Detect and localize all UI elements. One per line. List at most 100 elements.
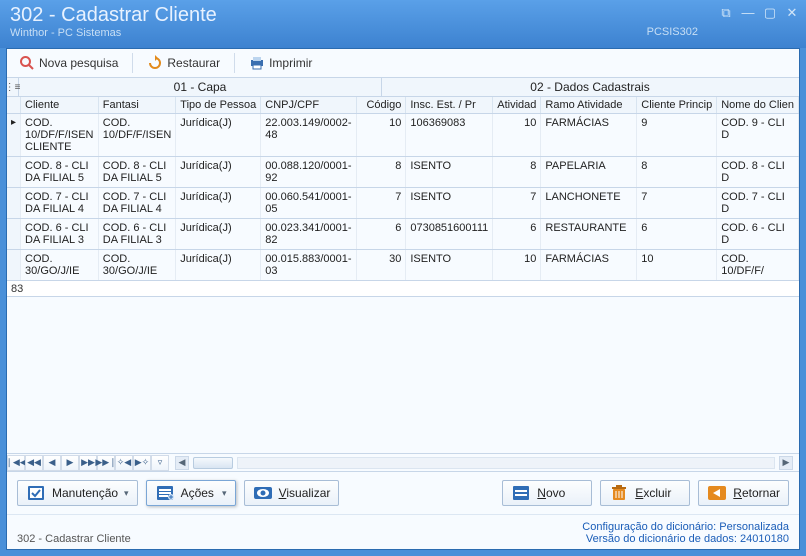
col-nome-cliente[interactable]: Nome do Clien	[717, 97, 799, 114]
cell-ramo[interactable]: LANCHONETE	[541, 188, 637, 219]
data-grid[interactable]: Cliente Fantasi Tipo de Pessoa CNPJ/CPF …	[7, 97, 799, 281]
cell-codigo[interactable]: 6	[356, 219, 406, 250]
category-dados[interactable]: 02 - Dados Cadastrais	[382, 78, 798, 96]
cell-tipo[interactable]: Jurídica(J)	[176, 250, 261, 281]
retornar-button[interactable]: Retornar	[698, 480, 789, 506]
restaurar-button[interactable]: Restaurar	[141, 53, 226, 73]
cell-tipo[interactable]: Jurídica(J)	[176, 219, 261, 250]
cell-codigo[interactable]: 10	[356, 114, 406, 157]
col-ramo[interactable]: Ramo Atividade	[541, 97, 637, 114]
cell-atividade[interactable]: 7	[493, 188, 541, 219]
cell-tipo[interactable]: Jurídica(J)	[176, 188, 261, 219]
minimize-icon[interactable]: —	[740, 6, 756, 20]
horizontal-scrollbar[interactable]: ◀ ▶	[169, 456, 799, 470]
nav-bookmark-icon[interactable]: ✧◀	[115, 455, 133, 471]
col-fantasia[interactable]: Fantasi	[98, 97, 175, 114]
cell-princ[interactable]: 7	[637, 188, 717, 219]
cell-insc[interactable]: ISENTO	[406, 188, 493, 219]
novo-button[interactable]: Novo	[502, 480, 592, 506]
restore-down-icon[interactable]: ⧉	[718, 6, 734, 20]
table-row[interactable]: COD. 8 - CLI DA FILIAL 5COD. 8 - CLI DA …	[7, 157, 799, 188]
cell-codigo[interactable]: 8	[356, 157, 406, 188]
cell-atividade[interactable]: 8	[493, 157, 541, 188]
scroll-left-icon[interactable]: ◀	[175, 456, 189, 470]
cell-nome[interactable]: COD. 7 - CLI D	[717, 188, 799, 219]
scroll-right-icon[interactable]: ▶	[779, 456, 793, 470]
table-row[interactable]: COD. 6 - CLI DA FILIAL 3COD. 6 - CLI DA …	[7, 219, 799, 250]
maximize-icon[interactable]: ▢	[762, 6, 778, 20]
cell-tipo[interactable]: Jurídica(J)	[176, 114, 261, 157]
cell-fantasia[interactable]: COD. 8 - CLI DA FILIAL 5	[98, 157, 175, 188]
col-atividade[interactable]: Atividad	[493, 97, 541, 114]
cell-princ[interactable]: 6	[637, 219, 717, 250]
cell-codigo[interactable]: 7	[356, 188, 406, 219]
cell-ramo[interactable]: PAPELARIA	[541, 157, 637, 188]
cell-princ[interactable]: 10	[637, 250, 717, 281]
scroll-thumb[interactable]	[193, 457, 233, 469]
cell-cnpj[interactable]: 00.023.341/0001-82	[261, 219, 356, 250]
cell-nome[interactable]: COD. 6 - CLI D	[717, 219, 799, 250]
table-row[interactable]: ▸COD. 10/DF/F/ISEN CLIENTECOD. 10/DF/F/I…	[7, 114, 799, 157]
cell-cnpj[interactable]: 22.003.149/0002-48	[261, 114, 356, 157]
nav-filter-icon[interactable]: ▿	[151, 455, 169, 471]
cell-cnpj[interactable]: 00.060.541/0001-05	[261, 188, 356, 219]
imprimir-button[interactable]: Imprimir	[243, 53, 318, 73]
cell-insc[interactable]: ISENTO	[406, 157, 493, 188]
excluir-button[interactable]: Excluir	[600, 480, 690, 506]
nav-first-icon[interactable]: ❘◀◀	[7, 455, 25, 471]
cell-ramo[interactable]: FARMÁCIAS	[541, 250, 637, 281]
cell-ramo[interactable]: RESTAURANTE	[541, 219, 637, 250]
nav-last-icon[interactable]: ▶▶❘	[97, 455, 115, 471]
col-tipo-pessoa[interactable]: Tipo de Pessoa	[176, 97, 261, 114]
cell-cnpj[interactable]: 00.088.120/0001-92	[261, 157, 356, 188]
col-cliente[interactable]: Cliente	[21, 97, 99, 114]
cell-nome[interactable]: COD. 10/DF/F/	[717, 250, 799, 281]
cell-cliente[interactable]: COD. 8 - CLI DA FILIAL 5	[21, 157, 99, 188]
col-cliente-princ[interactable]: Cliente Princip	[637, 97, 717, 114]
col-cnpj-cpf[interactable]: CNPJ/CPF	[261, 97, 356, 114]
acoes-button[interactable]: Ações ▾	[146, 480, 236, 506]
cell-fantasia[interactable]: COD. 30/GO/J/IE	[98, 250, 175, 281]
cell-atividade[interactable]: 10	[493, 250, 541, 281]
scroll-track[interactable]	[237, 457, 775, 469]
close-icon[interactable]: ✕	[784, 6, 800, 20]
cell-atividade[interactable]: 10	[493, 114, 541, 157]
nav-prev-icon[interactable]: ◀	[43, 455, 61, 471]
cell-fantasia[interactable]: COD. 6 - CLI DA FILIAL 3	[98, 219, 175, 250]
cell-nome[interactable]: COD. 8 - CLI D	[717, 157, 799, 188]
cell-ramo[interactable]: FARMÁCIAS	[541, 114, 637, 157]
cell-tipo[interactable]: Jurídica(J)	[176, 157, 261, 188]
manutencao-button[interactable]: Manutenção ▾	[17, 480, 138, 506]
cell-nome[interactable]: COD. 9 - CLI D	[717, 114, 799, 157]
cell-cliente[interactable]: COD. 30/GO/J/IE	[21, 250, 99, 281]
dropdown-icon[interactable]: ▾	[222, 488, 227, 499]
cell-fantasia[interactable]: COD. 7 - CLI DA FILIAL 4	[98, 188, 175, 219]
category-capa[interactable]: 01 - Capa	[19, 78, 382, 96]
cell-princ[interactable]: 9	[637, 114, 717, 157]
cell-cliente[interactable]: COD. 10/DF/F/ISEN CLIENTE	[21, 114, 99, 157]
col-codigo[interactable]: Código	[356, 97, 406, 114]
nav-next-icon[interactable]: ▶	[61, 455, 79, 471]
nav-prev-page-icon[interactable]: ◀◀	[25, 455, 43, 471]
cell-cliente[interactable]: COD. 7 - CLI DA FILIAL 4	[21, 188, 99, 219]
nav-next-page-icon[interactable]: ▶▶	[79, 455, 97, 471]
column-chooser-icon[interactable]: ⋮≡	[7, 78, 19, 96]
cell-insc[interactable]: ISENTO	[406, 250, 493, 281]
status-left: 302 - Cadastrar Cliente	[17, 533, 131, 545]
cell-insc[interactable]: 0730851600111	[406, 219, 493, 250]
dropdown-icon[interactable]: ▾	[124, 488, 129, 499]
cell-cnpj[interactable]: 00.015.883/0001-03	[261, 250, 356, 281]
cell-codigo[interactable]: 30	[356, 250, 406, 281]
cell-atividade[interactable]: 6	[493, 219, 541, 250]
cell-cliente[interactable]: COD. 6 - CLI DA FILIAL 3	[21, 219, 99, 250]
col-insc-est[interactable]: Insc. Est. / Pr	[406, 97, 493, 114]
table-row[interactable]: COD. 30/GO/J/IECOD. 30/GO/J/IEJurídica(J…	[7, 250, 799, 281]
cell-fantasia[interactable]: COD. 10/DF/F/ISEN	[98, 114, 175, 157]
visualizar-button[interactable]: Visualizar	[244, 480, 340, 506]
nav-bookmark2-icon[interactable]: ▶✧	[133, 455, 151, 471]
config-value: Personalizada	[719, 521, 789, 533]
cell-princ[interactable]: 8	[637, 157, 717, 188]
nova-pesquisa-button[interactable]: Nova pesquisa	[13, 53, 124, 73]
cell-insc[interactable]: 106369083	[406, 114, 493, 157]
table-row[interactable]: COD. 7 - CLI DA FILIAL 4COD. 7 - CLI DA …	[7, 188, 799, 219]
